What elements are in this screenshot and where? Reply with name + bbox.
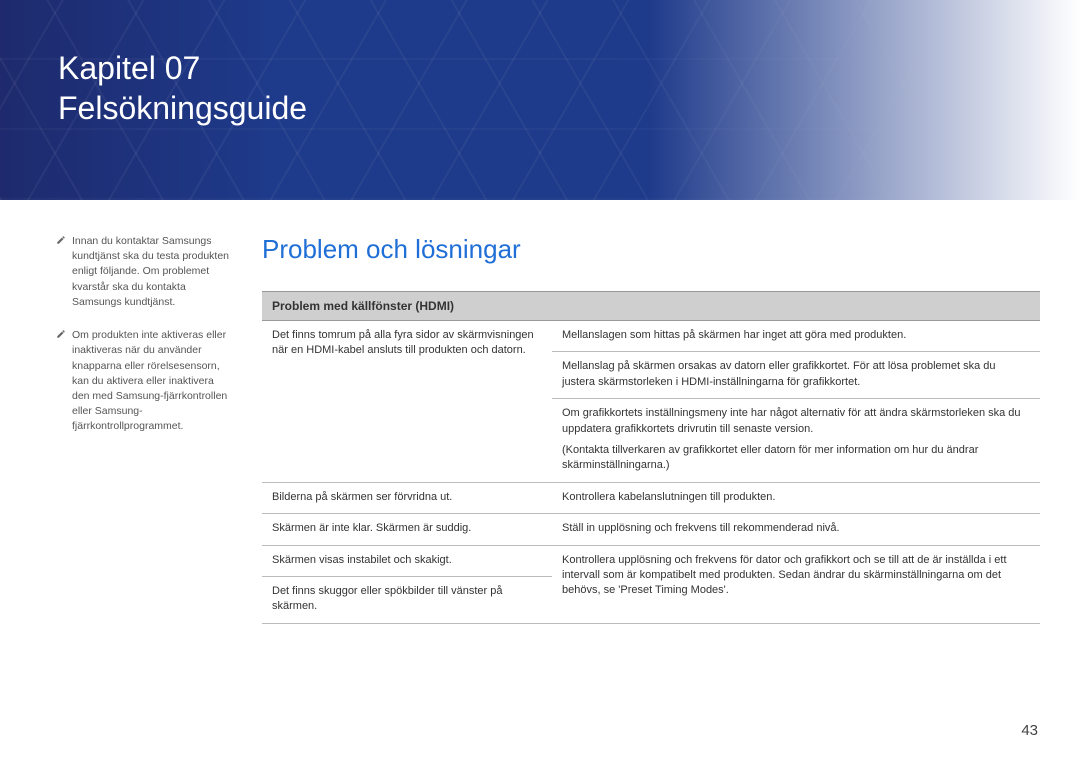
pencil-icon [56,235,66,310]
table-row: Det finns tomrum på alla fyra sidor av s… [262,321,1040,352]
page-number: 43 [1021,722,1038,739]
chapter-title: Kapitel 07 Felsökningsguide [58,48,1022,128]
problem-cell: Skärmen visas instabilet och skakigt. [262,545,552,576]
solution-cell: Mellanslagen som hittas på skärmen har i… [552,321,1040,352]
table-row: Skärmen är inte klar. Skärmen är suddig.… [262,514,1040,545]
solution-cell: Mellanslag på skärmen orsakas av datorn … [552,352,1040,399]
solution-cell: Om grafikkortets inställningsmeny inte h… [552,399,1040,483]
sidebar-note: Innan du kontaktar Samsungs kundtjänst s… [56,234,234,310]
problem-cell: Skärmen är inte klar. Skärmen är suddig. [262,514,552,545]
pencil-icon [56,329,66,435]
chapter-name: Felsökningsguide [58,90,307,126]
main-content: Problem och lösningar Problem med källfö… [262,234,1040,624]
solution-text: Om grafikkortets inställningsmeny inte h… [562,406,1030,437]
problem-cell: Det finns tomrum på alla fyra sidor av s… [262,321,552,483]
chapter-number: Kapitel 07 [58,50,200,86]
solution-cell: Ställ in upplösning och frekvens till re… [552,514,1040,545]
solution-cell: Kontrollera upplösning och frekvens för … [552,545,1040,623]
sidebar-note: Om produkten inte aktiveras eller inakti… [56,328,234,435]
troubleshooting-table: Problem med källfönster (HDMI) Det finns… [262,291,1040,624]
solution-cell: Kontrollera kabelanslutningen till produ… [552,482,1040,513]
sidebar-note-text: Innan du kontaktar Samsungs kundtjänst s… [72,234,234,310]
sidebar-note-text: Om produkten inte aktiveras eller inakti… [72,328,234,435]
table-header: Problem med källfönster (HDMI) [262,292,1040,321]
sidebar-notes: Innan du kontaktar Samsungs kundtjänst s… [56,234,234,624]
section-title: Problem och lösningar [262,234,1040,265]
problem-cell: Det finns skuggor eller spökbilder till … [262,576,552,623]
chapter-banner: Kapitel 07 Felsökningsguide [0,0,1080,200]
table-row: Skärmen visas instabilet och skakigt. Ko… [262,545,1040,576]
table-row: Bilderna på skärmen ser förvridna ut. Ko… [262,482,1040,513]
solution-text: (Kontakta tillverkaren av grafikkortet e… [562,443,1030,474]
problem-cell: Bilderna på skärmen ser förvridna ut. [262,482,552,513]
